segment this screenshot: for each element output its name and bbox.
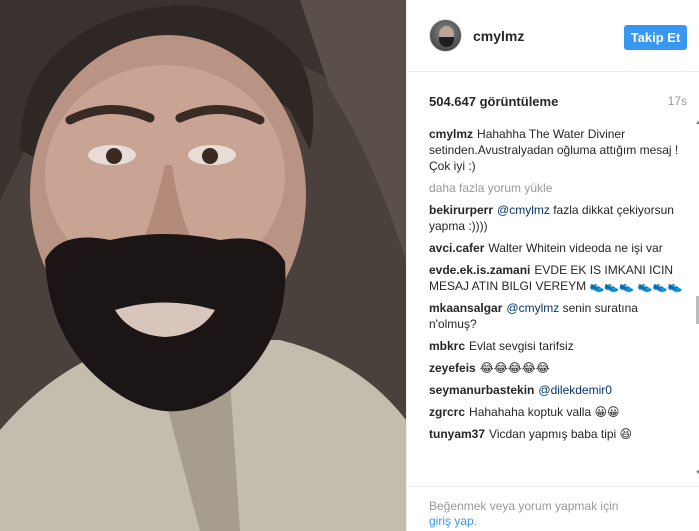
post-stats: 504.647 görüntüleme 17s — [429, 94, 687, 110]
comment-user[interactable]: avci.cafer — [429, 241, 484, 255]
view-count: 504.647 görüntüleme — [429, 94, 559, 109]
follow-button[interactable]: Takip Et — [624, 25, 687, 50]
comment-text: Hahahaha koptuk valla 😀😀 — [469, 405, 620, 419]
comment-mention[interactable]: @cmylmz — [506, 301, 559, 315]
post-sidebar: cmylmz Takip Et 504.647 görüntüleme 17s … — [406, 0, 699, 531]
load-more-comments-link[interactable]: daha fazla yorum yükle — [429, 180, 687, 196]
comment-mention[interactable]: @dilekdemir0 — [538, 383, 612, 397]
comment-item: zeyefeis 😂😂😂😂😂 — [429, 360, 687, 376]
scroll-up-arrow-icon[interactable]: ▲ — [695, 120, 699, 126]
login-prompt: Beğenmek veya yorum yapmak için giriş ya… — [429, 499, 669, 529]
video-frame — [0, 0, 406, 531]
comment-user[interactable]: mkaansalgar — [429, 301, 502, 315]
avatar[interactable] — [429, 19, 462, 52]
caption-user[interactable]: cmylmz — [429, 127, 473, 141]
comment-item: tunyam37 Vicdan yapmış baba tipi 😆 — [429, 426, 687, 442]
login-prompt-text: Beğenmek veya yorum yapmak için — [429, 499, 619, 513]
comment-text: Walter Whitein videoda ne işi var — [488, 241, 663, 255]
avatar-beard — [439, 37, 454, 47]
post-header: cmylmz Takip Et — [407, 0, 699, 72]
comment-user[interactable]: mbkrc — [429, 339, 465, 353]
comment-text: 😂😂😂😂😂 — [479, 361, 550, 375]
comment-mention[interactable]: @cmylmz — [497, 203, 550, 217]
comment-item: mkaansalgar @cmylmz senin suratına n'olmu… — [429, 300, 687, 332]
video-player[interactable] — [0, 0, 406, 531]
comment-item: evde.ek.is.zamani EVDE EK IS IMKANI ICIN … — [429, 262, 687, 294]
comment-user[interactable]: evde.ek.is.zamani — [429, 263, 530, 277]
post-time[interactable]: 17s — [668, 94, 687, 108]
post-footer: Beğenmek veya yorum yapmak için giriş ya… — [407, 486, 699, 531]
comment-list[interactable]: cmylmz Hahahha The Water Diviner setinden… — [429, 126, 687, 484]
comment-item: mbkrc Evlat sevgisi tarifsiz — [429, 338, 687, 354]
comment-item: seymanurbastekin @dilekdemir0 — [429, 382, 687, 398]
comment-item: bekirurperr @cmylmz fazla dikkat çekiyors… — [429, 202, 687, 234]
comment-item: zgrcrc Hahahaha koptuk valla 😀😀 — [429, 404, 687, 420]
caption: cmylmz Hahahha The Water Diviner setinden… — [429, 126, 687, 174]
comment-user[interactable]: seymanurbastekin — [429, 383, 534, 397]
login-link[interactable]: giriş yap — [429, 514, 474, 528]
comment-text: Vicdan yapmış baba tipi 😆 — [489, 427, 633, 441]
comment-item: avci.cafer Walter Whitein videoda ne işi … — [429, 240, 687, 256]
comment-user[interactable]: zeyefeis — [429, 361, 476, 375]
comment-user[interactable]: zgrcrc — [429, 405, 465, 419]
username[interactable]: cmylmz — [473, 28, 524, 44]
comment-user[interactable]: bekirurperr — [429, 203, 493, 217]
login-prompt-suffix: . — [473, 514, 478, 528]
scroll-down-arrow-icon[interactable]: ▼ — [695, 470, 699, 476]
comment-text: Evlat sevgisi tarifsiz — [469, 339, 574, 353]
comment-scrollbar[interactable]: ▲ ▼ — [695, 120, 699, 482]
comment-user[interactable]: tunyam37 — [429, 427, 485, 441]
